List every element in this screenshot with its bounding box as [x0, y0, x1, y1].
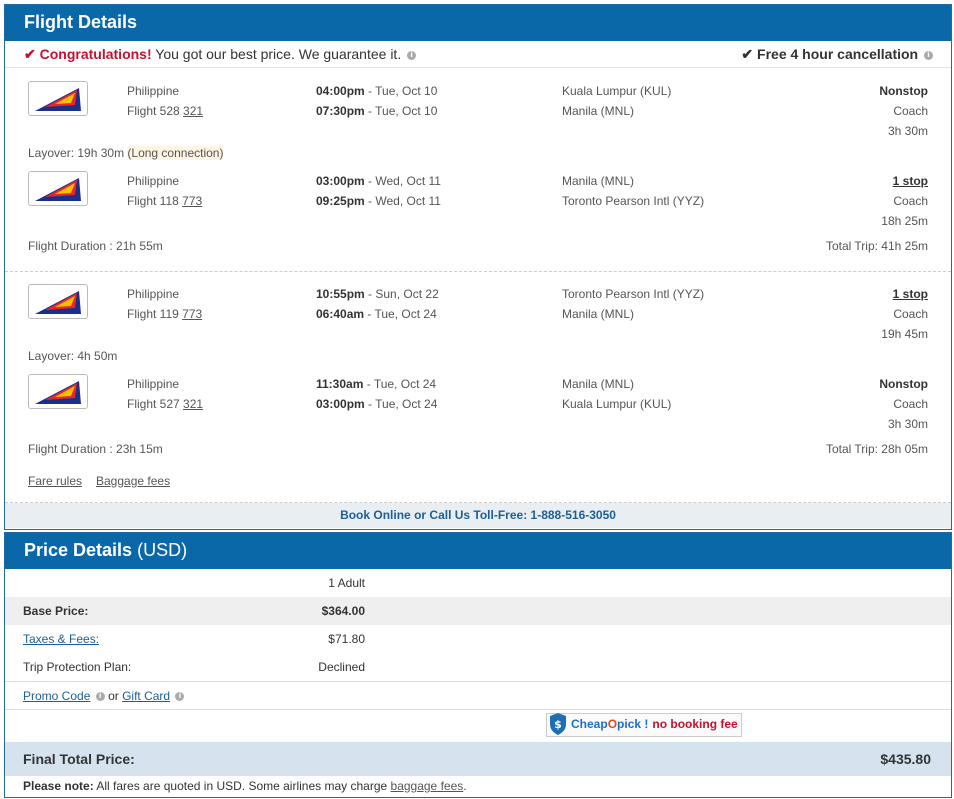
shield-icon: $ [550, 713, 566, 735]
airline-logo [28, 81, 88, 116]
airline-logo [28, 171, 88, 206]
departure-time: 11:30am - Tue, Oct 24 [316, 377, 437, 391]
long-connection-note: (Long connection) [127, 146, 224, 160]
destination-airport: Kuala Lumpur (KUL) [562, 397, 672, 411]
promo-code-link[interactable]: Promo Code [23, 689, 90, 703]
layover-info: Layover: 19h 30m (Long connection) [28, 146, 224, 160]
cabin-class: Coach [893, 104, 928, 118]
origin-airport: Kuala Lumpur (KUL) [562, 84, 672, 98]
flight-number: Flight 118 773 [127, 194, 203, 208]
passenger-count-row: 1 Adult [5, 569, 951, 597]
check-icon: ✔ [24, 46, 36, 62]
origin-airport: Manila (MNL) [562, 377, 635, 391]
final-total-value: $435.80 [880, 751, 931, 767]
trip-protection-value: Declined [318, 660, 365, 674]
flight-details-panel: Flight Details ✔ Congratulations! You go… [4, 4, 952, 530]
departure-time: 04:00pm - Tue, Oct 10 [316, 84, 438, 98]
arrival-time: 07:30pm - Tue, Oct 10 [316, 104, 438, 118]
note-baggage-fees-link[interactable]: baggage fees [391, 779, 464, 793]
leg-duration: 3h 30m [887, 124, 928, 138]
fares-note: Please note: All fares are quoted in USD… [23, 779, 467, 793]
leg-duration: 19h 45m [881, 327, 928, 341]
book-online-banner: Book Online or Call Us Toll-Free: 1-888-… [5, 503, 951, 528]
airline-name: Philippine [127, 84, 180, 98]
flight-number: Flight 527 321 [127, 397, 204, 411]
baggage-fees-link[interactable]: Baggage fees [96, 474, 170, 488]
base-price-row: Base Price: $364.00 [5, 597, 951, 625]
info-icon[interactable]: i [407, 50, 417, 60]
flight-number: Flight 119 773 [127, 307, 203, 321]
trip-protection-row: Trip Protection Plan: Declined [5, 653, 951, 681]
price-details-panel: Price Details (USD) 1 Adult Base Price: … [4, 532, 952, 798]
cabin-class: Coach [893, 397, 928, 411]
cabin-class: Coach [893, 307, 928, 321]
aircraft-link[interactable]: 773 [182, 194, 202, 208]
divider [5, 67, 951, 68]
check-icon: ✔ [741, 46, 754, 62]
gift-card-link[interactable]: Gift Card [122, 689, 170, 703]
taxes-value: $71.80 [328, 632, 365, 646]
svg-text:$: $ [554, 718, 562, 731]
base-price-value: $364.00 [321, 604, 365, 618]
promo-row: Promo Code i or Gift Card i [5, 682, 951, 710]
stops-label: Nonstop [879, 84, 928, 98]
arrival-time: 06:40am - Tue, Oct 24 [316, 307, 437, 321]
taxes-fees-link[interactable]: Taxes & Fees: [23, 625, 99, 653]
final-total-row: Final Total Price: $435.80 [5, 742, 951, 776]
passenger-count: 1 Adult [328, 576, 365, 590]
destination-airport: Manila (MNL) [562, 307, 635, 321]
airline-name: Philippine [127, 377, 180, 391]
origin-airport: Manila (MNL) [562, 174, 635, 188]
destination-airport: Toronto Pearson Intl (YYZ) [562, 194, 705, 208]
fare-rules-link[interactable]: Fare rules [28, 474, 82, 488]
stops-link[interactable]: 1 stop [893, 174, 928, 188]
departure-time: 10:55pm - Sun, Oct 22 [316, 287, 439, 301]
free-cancellation: ✔ Free 4 hour cancellation i [741, 46, 933, 63]
cheapopick-badge: $ CheapOpick ! no booking fee [546, 713, 742, 737]
arrival-time: 09:25pm - Wed, Oct 11 [316, 194, 441, 208]
stops-link[interactable]: 1 stop [893, 287, 928, 301]
total-trip: Total Trip: 28h 05m [825, 442, 928, 456]
cabin-class: Coach [893, 194, 928, 208]
flight-details-title: Flight Details [5, 5, 951, 41]
airline-name: Philippine [127, 287, 180, 301]
arrival-time: 03:00pm - Tue, Oct 24 [316, 397, 438, 411]
stops-label: Nonstop [879, 377, 928, 391]
leg-duration: 3h 30m [887, 417, 928, 431]
flight-number: Flight 528 321 [127, 104, 204, 118]
aircraft-link[interactable]: 321 [183, 104, 203, 118]
divider [5, 709, 951, 710]
airline-logo [28, 374, 88, 409]
flight-duration: Flight Duration : 23h 15m [28, 442, 163, 456]
flight-duration: Flight Duration : 21h 55m [28, 239, 163, 253]
total-trip: Total Trip: 41h 25m [825, 239, 928, 253]
aircraft-link[interactable]: 773 [182, 307, 202, 321]
info-icon[interactable]: i [95, 692, 105, 702]
taxes-row: Taxes & Fees: $71.80 [5, 625, 951, 653]
origin-airport: Toronto Pearson Intl (YYZ) [562, 287, 705, 301]
final-total-label: Final Total Price: [23, 751, 135, 767]
departure-time: 03:00pm - Wed, Oct 11 [316, 174, 441, 188]
airline-name: Philippine [127, 174, 180, 188]
destination-airport: Manila (MNL) [562, 104, 635, 118]
leg-duration: 18h 25m [881, 214, 928, 228]
layover-info: Layover: 4h 50m [28, 349, 118, 363]
airline-logo [28, 284, 88, 319]
info-icon[interactable]: i [924, 50, 933, 60]
price-details-title: Price Details (USD) [5, 533, 951, 569]
aircraft-link[interactable]: 321 [183, 397, 203, 411]
divider [5, 271, 951, 272]
info-icon[interactable]: i [175, 692, 185, 702]
best-price-message: ✔ Congratulations! You got our best pric… [24, 46, 417, 63]
